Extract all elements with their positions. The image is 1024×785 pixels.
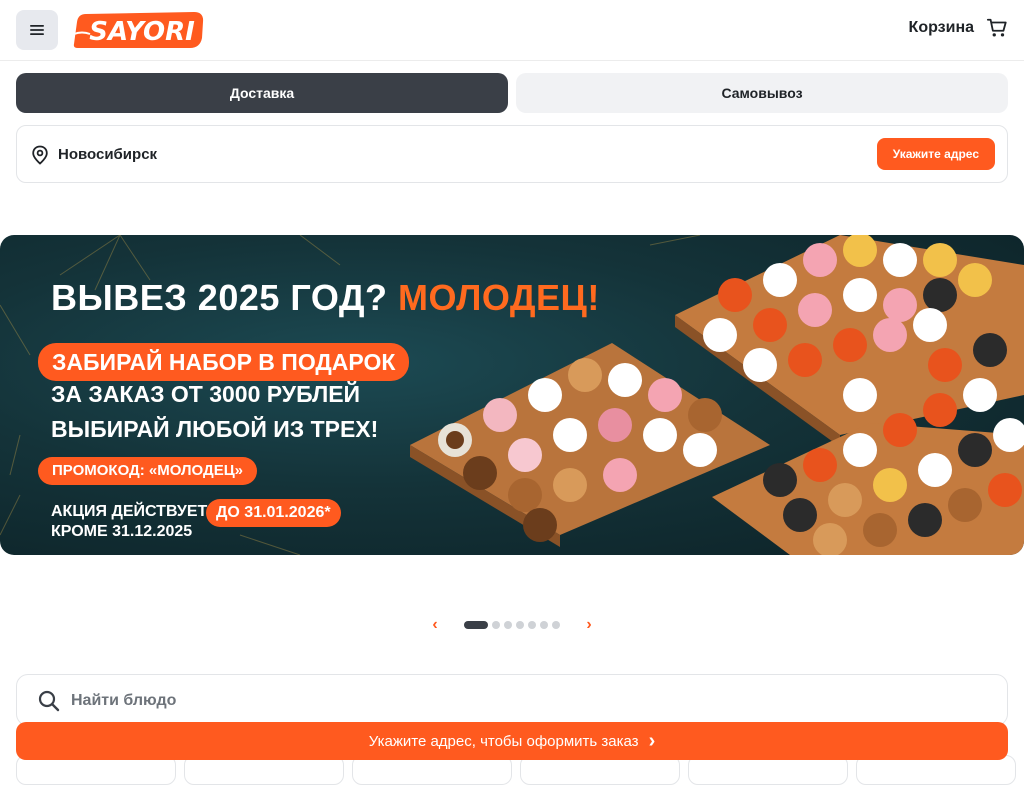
banner-promo-code: ПРОМОКОД: «МОЛОДЕЦ» xyxy=(38,457,258,485)
header: SAYORI Корзина xyxy=(0,0,1024,61)
delivery-mode-tabs: Доставка Самовывоз xyxy=(16,73,1008,113)
carousel-dot[interactable] xyxy=(552,621,560,629)
sayori-logo[interactable]: SAYORI xyxy=(72,8,204,52)
city-name: Новосибирск xyxy=(58,146,158,163)
search-input[interactable] xyxy=(71,683,971,719)
banner-validity-date: ДО 31.01.2026* xyxy=(206,499,341,527)
search-icon xyxy=(38,690,60,712)
carousel-dots xyxy=(464,621,560,629)
svg-text:SAYORI: SAYORI xyxy=(89,17,195,47)
banner-headline-main: ВЫВЕЗ 2025 ГОД? xyxy=(51,277,388,318)
menu-button[interactable] xyxy=(16,10,58,50)
carousel-prev-icon[interactable]: ‹ xyxy=(430,616,440,634)
carousel-dot[interactable] xyxy=(492,621,500,629)
carousel-pager: ‹ › xyxy=(430,614,594,636)
cart-button[interactable]: Корзина xyxy=(909,17,1008,39)
hamburger-icon xyxy=(30,25,44,35)
location-pin-icon xyxy=(32,145,48,165)
promo-banner[interactable]: ВЫВЕЗ 2025 ГОД? МОЛОДЕЦ! ЗАБИРАЙ НАБОР В… xyxy=(0,235,1024,555)
banner-line-2: ЗА ЗАКАЗ ОТ 3000 РУБЛЕЙ xyxy=(51,381,361,407)
banner-gift-pill: ЗАБИРАЙ НАБОР В ПОДАРОК xyxy=(38,343,410,381)
carousel-dot[interactable] xyxy=(504,621,512,629)
order-bar-label: Укажите адрес, чтобы оформить заказ xyxy=(368,732,639,750)
dish-search[interactable] xyxy=(16,674,1008,726)
specify-address-order-bar[interactable]: Укажите адрес, чтобы оформить заказ › xyxy=(16,722,1008,760)
tab-delivery[interactable]: Доставка xyxy=(16,73,508,113)
specify-address-button[interactable]: Укажите адрес xyxy=(876,138,995,170)
banner-validity-prefix: АКЦИЯ ДЕЙСТВУЕТ xyxy=(51,503,208,520)
chevron-right-icon: › xyxy=(648,730,656,752)
carousel-dot[interactable] xyxy=(516,621,524,629)
cart-label: Корзина xyxy=(908,19,974,36)
carousel-dot[interactable] xyxy=(464,621,488,629)
banner-exception: КРОМЕ 31.12.2025 xyxy=(51,523,193,540)
banner-headline-accent: МОЛОДЕЦ! xyxy=(398,277,600,318)
carousel-next-icon[interactable]: › xyxy=(584,616,594,634)
address-selector[interactable]: Новосибирск Укажите адрес xyxy=(16,125,1008,183)
banner-line-3: ВЫБИРАЙ ЛЮБОЙ ИЗ ТРЕХ! xyxy=(51,416,379,442)
cart-icon xyxy=(986,18,1007,37)
tab-pickup[interactable]: Самовывоз xyxy=(516,73,1008,113)
banner-headline: ВЫВЕЗ 2025 ГОД? МОЛОДЕЦ! xyxy=(51,277,600,319)
carousel-dot[interactable] xyxy=(528,621,536,629)
carousel-dot[interactable] xyxy=(540,621,548,629)
